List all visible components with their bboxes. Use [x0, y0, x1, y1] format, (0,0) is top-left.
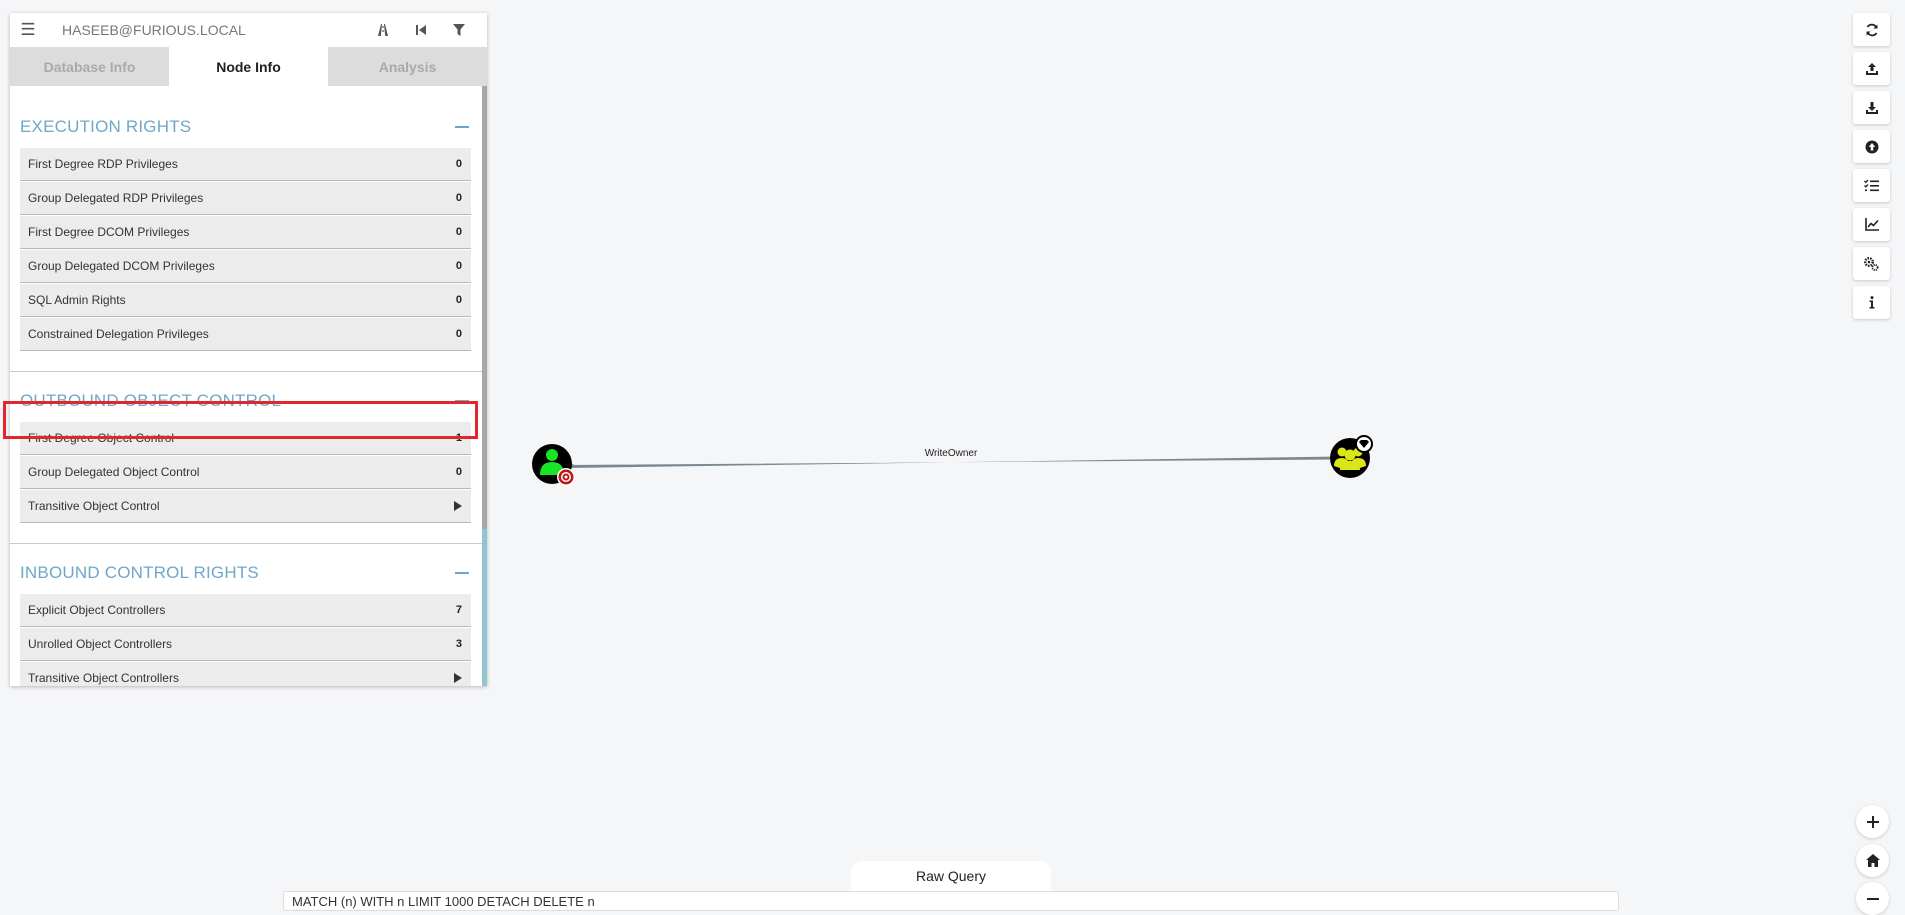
section-title: INBOUND CONTROL RIGHTS	[20, 563, 259, 582]
row-value: 7	[455, 604, 462, 616]
section-title: EXECUTION RIGHTS	[20, 117, 192, 136]
upload-button[interactable]	[1853, 52, 1890, 85]
row-label: Explicit Object Controllers	[28, 603, 166, 617]
expand-arrow-icon[interactable]	[454, 501, 462, 511]
row-value: 0	[455, 226, 462, 238]
row-label: Group Delegated RDP Privileges	[28, 191, 204, 205]
node-info-content: EXECUTION RIGHTS First Degree RDP Privil…	[10, 86, 482, 686]
row-label: Constrained Delegation Privileges	[28, 327, 209, 341]
refresh-button[interactable]	[1853, 13, 1890, 46]
list-item[interactable]: Explicit Object Controllers 7	[20, 594, 471, 627]
tab-bar: Database Info Node Info Analysis	[10, 47, 487, 86]
section-title: OUTBOUND OBJECT CONTROL	[20, 391, 282, 410]
row-value: 0	[455, 260, 462, 272]
checklist-icon	[1864, 179, 1879, 192]
row-label: Unrolled Object Controllers	[28, 637, 173, 651]
row-label: First Degree RDP Privileges	[28, 157, 178, 171]
menu-icon[interactable]: ☰	[10, 20, 46, 40]
zoom-in-button[interactable]	[1856, 805, 1889, 838]
row-label: Transitive Object Control	[28, 499, 160, 513]
edge-label[interactable]: WriteOwner	[925, 448, 978, 459]
row-label: First Degree DCOM Privileges	[28, 225, 190, 239]
arrow-up-circle-icon	[1865, 140, 1878, 153]
list-item[interactable]: Transitive Object Controllers	[20, 662, 471, 686]
search-bar: ☰	[10, 13, 487, 47]
section-header-execution-rights[interactable]: EXECUTION RIGHTS	[20, 110, 475, 144]
row-label: Group Delegated Object Control	[28, 465, 200, 479]
expand-arrow-icon[interactable]	[454, 673, 462, 683]
upload-icon	[1865, 62, 1878, 75]
query-list-button[interactable]	[1853, 169, 1890, 202]
row-label: Transitive Object Controllers	[28, 671, 179, 685]
row-value: 1	[455, 432, 462, 444]
row-label: First Degree Object Control	[28, 431, 175, 445]
zoom-out-button[interactable]	[1856, 882, 1889, 915]
refresh-icon	[1866, 23, 1877, 36]
home-icon	[1865, 854, 1880, 867]
scrollbar-thumb[interactable]	[482, 86, 487, 529]
list-item[interactable]: Group Delegated Object Control 0	[20, 456, 471, 489]
list-item[interactable]: Unrolled Object Controllers 3	[20, 628, 471, 661]
high-value-gem-icon	[1355, 435, 1373, 453]
list-item[interactable]: Group Delegated RDP Privileges 0	[20, 182, 471, 215]
pathfinding-icon[interactable]	[364, 23, 402, 37]
list-item[interactable]: Transitive Object Control	[20, 490, 471, 523]
info-icon	[1869, 296, 1874, 309]
user-node[interactable]	[532, 444, 575, 486]
filter-icon[interactable]	[440, 23, 478, 37]
node-info-panel: ☰ Database Info Node Info Analysis EXECU…	[10, 13, 487, 686]
tab-database-info[interactable]: Database Info	[10, 47, 169, 86]
zoom-in-icon	[1866, 815, 1879, 828]
list-item[interactable]: First Degree RDP Privileges 0	[20, 148, 471, 181]
zoom-out-icon	[1866, 897, 1879, 900]
download-button[interactable]	[1853, 91, 1890, 124]
scrollbar[interactable]	[482, 86, 487, 686]
tab-analysis[interactable]: Analysis	[328, 47, 487, 86]
download-icon	[1865, 101, 1878, 114]
section-header-outbound-object-control[interactable]: OUTBOUND OBJECT CONTROL	[20, 384, 475, 418]
section-header-inbound-control-rights[interactable]: INBOUND CONTROL RIGHTS	[20, 556, 475, 590]
row-value: 3	[455, 638, 462, 650]
row-label: Group Delegated DCOM Privileges	[28, 259, 215, 273]
section-divider	[10, 371, 482, 372]
settings-button[interactable]	[1853, 247, 1890, 280]
list-item[interactable]: First Degree DCOM Privileges 0	[20, 216, 471, 249]
row-label: SQL Admin Rights	[28, 293, 126, 307]
row-value: 0	[455, 192, 462, 204]
home-button[interactable]	[1856, 844, 1889, 877]
row-value: 0	[455, 158, 462, 170]
row-value: 0	[455, 328, 462, 340]
group-node[interactable]	[1330, 435, 1373, 478]
target-icon	[557, 468, 575, 486]
line-chart-icon	[1864, 218, 1879, 231]
collapse-icon[interactable]	[455, 572, 469, 574]
back-icon[interactable]	[402, 24, 440, 36]
info-button[interactable]	[1853, 286, 1890, 319]
import-button[interactable]	[1853, 130, 1890, 163]
list-item[interactable]: SQL Admin Rights 0	[20, 284, 471, 317]
tab-node-info[interactable]: Node Info	[169, 47, 328, 86]
list-item[interactable]: Group Delegated DCOM Privileges 0	[20, 250, 471, 283]
list-item[interactable]: First Degree Object Control 1	[20, 422, 471, 455]
row-value: 0	[455, 294, 462, 306]
settings-icon	[1864, 256, 1879, 271]
section-divider	[10, 543, 482, 544]
collapse-icon[interactable]	[455, 400, 469, 402]
list-item[interactable]: Constrained Delegation Privileges 0	[20, 318, 471, 351]
collapse-icon[interactable]	[455, 126, 469, 128]
search-input[interactable]	[60, 15, 364, 45]
raw-query-input[interactable]	[283, 891, 1619, 911]
row-value: 0	[455, 466, 462, 478]
raw-query-tab[interactable]: Raw Query	[851, 861, 1051, 891]
stats-button[interactable]	[1853, 208, 1890, 241]
